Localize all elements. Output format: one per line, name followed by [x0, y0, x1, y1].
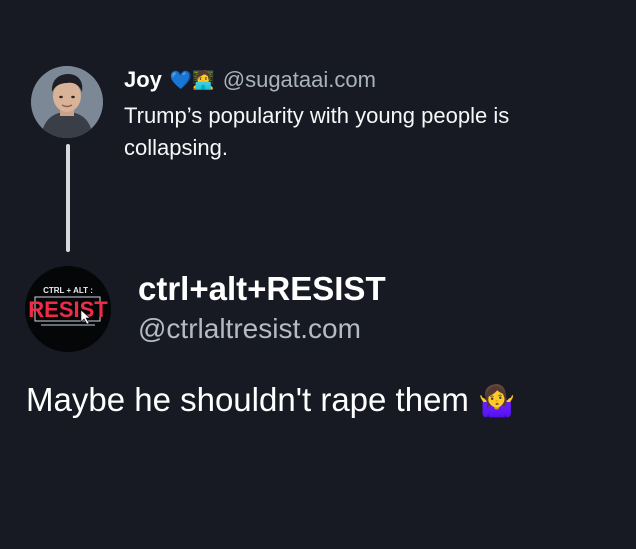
- post-text: Trump’s popularity with young people is …: [124, 103, 510, 160]
- avatar[interactable]: CTRL + ALT : RESIST: [25, 266, 111, 352]
- author-emoji: 💙🧑‍💻: [169, 70, 215, 90]
- logo-line-2: RESIST: [28, 297, 108, 322]
- logo-line-1: CTRL + ALT :: [43, 286, 93, 295]
- post-header: Joy 💙🧑‍💻 @sugataai.com: [124, 64, 376, 96]
- shrug-emoji: 🤷‍♀️: [478, 385, 516, 418]
- author-handle[interactable]: @ctrlaltresist.com: [138, 313, 361, 345]
- avatar[interactable]: [31, 66, 103, 138]
- reply-text: Maybe he shouldn't rape them: [26, 381, 469, 418]
- ctrl-alt-resist-logo-icon: CTRL + ALT : RESIST: [25, 266, 111, 352]
- author-name[interactable]: ctrl+alt+RESIST: [138, 270, 386, 308]
- thread-line: [66, 144, 70, 252]
- avatar-photo: [31, 66, 103, 138]
- author-name[interactable]: Joy: [124, 67, 162, 93]
- author-handle[interactable]: @sugataai.com: [223, 67, 376, 93]
- reply-text-row: Maybe he shouldn't rape them 🤷‍♀️: [26, 378, 616, 424]
